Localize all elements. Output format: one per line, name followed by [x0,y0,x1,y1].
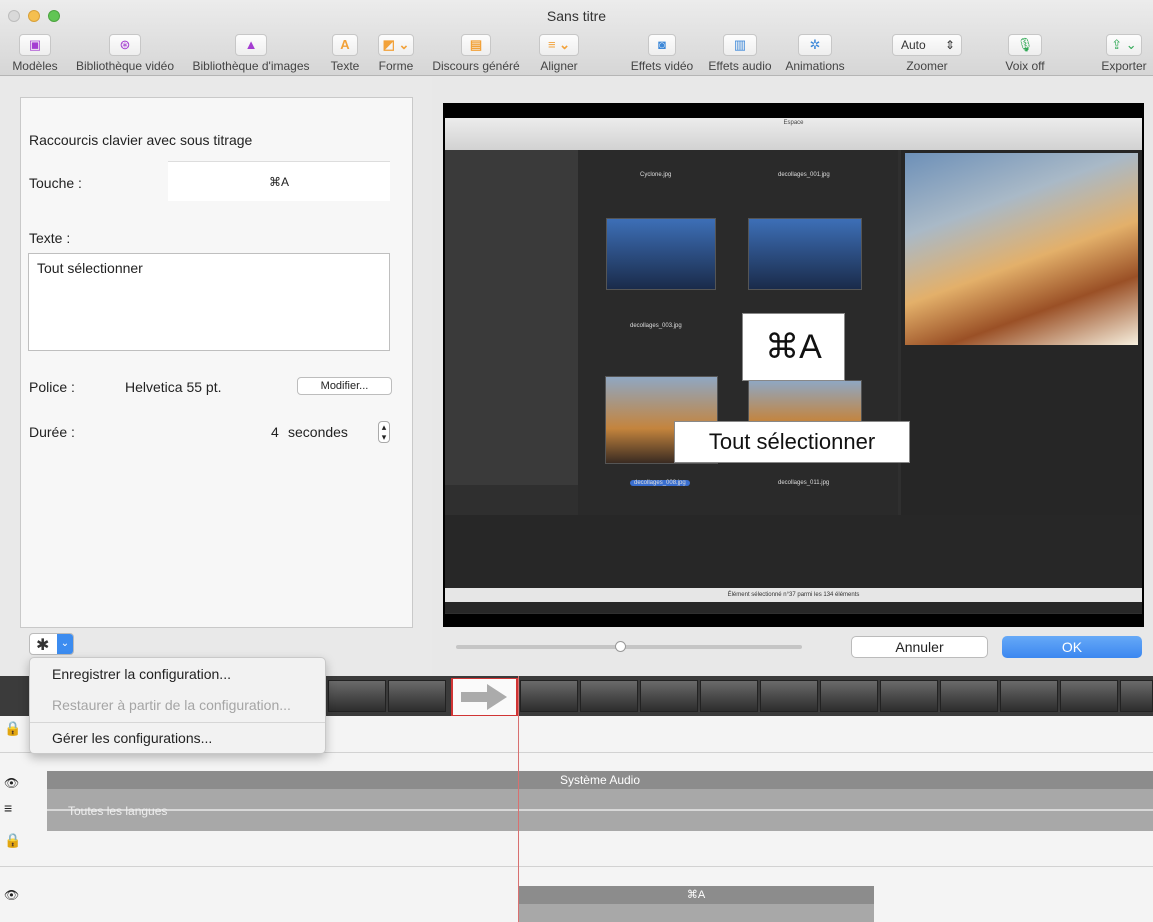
toolbar-voiceover-button[interactable]: 🎙 Voix off [990,34,1060,73]
video-library-icon: ⊛ [109,34,141,56]
preview-caption: decollages_003.jpg [630,323,682,329]
eye-icon[interactable]: 👁 [4,776,19,790]
templates-icon: ▣ [19,34,51,56]
toolbar-zoom-select[interactable]: Auto ⇕ Zoomer [888,34,966,73]
toolbar-templates-button[interactable]: ▣ Modèles [0,34,70,73]
video-frame [820,680,878,712]
eye-icon[interactable]: 👁 [4,888,19,902]
video-frame [940,680,998,712]
track-menu-icon[interactable]: ≡ [4,800,12,816]
microphone-icon: 🎙 [1008,34,1042,56]
font-label: Police : [29,379,75,395]
audio-language-label: Toutes les langues [68,804,168,818]
video-effects-icon: ◙ [648,34,676,56]
duration-value[interactable]: 4 [271,424,279,440]
overlay-text: Tout sélectionner [674,421,910,463]
shuttle-photo [905,153,1138,345]
panel-title: Raccourcis clavier avec sous titrage [29,132,253,148]
image-library-icon: ▲ [235,34,267,56]
toolbar-speech-button[interactable]: ▤ Discours généré [428,34,524,73]
config-dropdown-menu: Enregistrer la configuration... Restaure… [29,657,326,754]
align-icon: ≡ ⌄ [539,34,579,56]
duration-unit: secondes [288,424,348,440]
lock-icon[interactable]: 🔒 [4,720,21,737]
preview-thumbnail [606,218,716,290]
preview-finder-toolbar: Espace [445,118,1142,150]
subtitle-clip-title[interactable]: ⌘A [518,886,874,904]
preview-status-bar: Élément sélectionné n°37 parmi les 134 é… [445,588,1142,602]
modify-font-button[interactable]: Modifier... [297,377,392,395]
share-icon: ⇪ ⌄ [1106,34,1142,56]
key-label: Touche : [29,175,82,191]
preview-screen-title: Espace [783,120,804,126]
speech-icon: ▤ [461,34,491,56]
video-frame [1120,680,1153,712]
toolbar-shape-button[interactable]: ◩ ⌄ Forme [368,34,424,73]
config-menu-button[interactable]: ✱ ⌄ [29,633,74,655]
toolbar-align-button[interactable]: ≡ ⌄ Aligner [528,34,590,73]
preview-scrubber-knob[interactable] [615,641,626,652]
playhead[interactable] [518,676,519,922]
chevron-down-icon: ⌄ [57,634,73,654]
gear-icon: ✱ [36,637,50,654]
preview-thumbnail [748,218,862,290]
video-frame [1060,680,1118,712]
duration-label: Durée : [29,424,75,440]
video-frame [520,680,578,712]
zoom-select-value: Auto ⇕ [892,34,962,56]
toolbar-audio-effects-button[interactable]: ▥ Effets audio [703,34,777,73]
preview-caption: decollages_011.jpg [778,480,830,486]
video-frame [700,680,758,712]
text-icon: A [332,34,358,56]
toolbar-text-button[interactable]: A Texte [324,34,366,73]
settings-sidebar: Raccourcis clavier avec sous titrage Tou… [0,77,432,675]
video-frame [388,680,446,712]
preview-caption: decollages_001.jpg [778,172,830,178]
duration-stepper[interactable]: ▴ ▾ [378,421,390,443]
preview-caption: Cyclone.jpg [640,172,672,178]
video-frame [328,680,386,712]
font-value: Helvetica 55 pt. [125,379,222,395]
video-frame [580,680,638,712]
preview-sidebar [445,150,578,485]
key-field[interactable]: ⌘A [168,161,390,201]
subtitle-text-field[interactable]: Tout sélectionner [28,253,390,351]
transition-clip[interactable] [451,678,518,716]
toolbar-video-library-button[interactable]: ⊛ Bibliothèque vidéo [70,34,180,73]
audio-waveform [47,809,1153,811]
video-frame [880,680,938,712]
lock-icon[interactable]: 🔒 [4,832,21,849]
preview-caption: decollages_008.jpg [630,480,690,486]
overlay-key: ⌘A [742,313,845,381]
toolbar-image-library-button[interactable]: ▲ Bibliothèque d'images [178,34,324,73]
toolbar-export-button[interactable]: ⇪ ⌄ Exporter [1095,34,1153,73]
track-divider [0,866,1153,867]
toolbar-video-effects-button[interactable]: ◙ Effets vidéo [624,34,700,73]
window-title: Sans titre [546,8,607,24]
stepper-arrows-icon: ⇕ [944,38,955,52]
arrow-icon [461,692,487,702]
video-frame [640,680,698,712]
menu-item-restore-config: Restaurer à partir de la configuration..… [52,697,291,713]
preview-scrubber[interactable] [456,645,802,649]
toolbar-animations-button[interactable]: ✲ Animations [780,34,850,73]
video-frame [760,680,818,712]
animations-icon: ✲ [798,34,832,56]
audio-effects-icon: ▥ [723,34,757,56]
title-bar: Sans titre ▣ Modèles ⊛ Bibliothèque vidé… [0,0,1153,76]
video-frame [1000,680,1058,712]
shape-icon: ◩ ⌄ [378,34,414,56]
menu-item-save-config[interactable]: Enregistrer la configuration... [30,659,325,690]
ok-button[interactable]: OK [1002,636,1142,658]
arrow-head-icon [487,684,507,710]
text-label: Texte : [29,230,71,246]
audio-clip[interactable]: Toutes les langues [47,789,1153,831]
audio-track-title: Système Audio [47,771,1153,789]
subtitle-clip[interactable] [518,904,874,922]
cancel-button[interactable]: Annuler [851,636,988,658]
menu-item-manage-configs[interactable]: Gérer les configurations... [30,723,325,754]
